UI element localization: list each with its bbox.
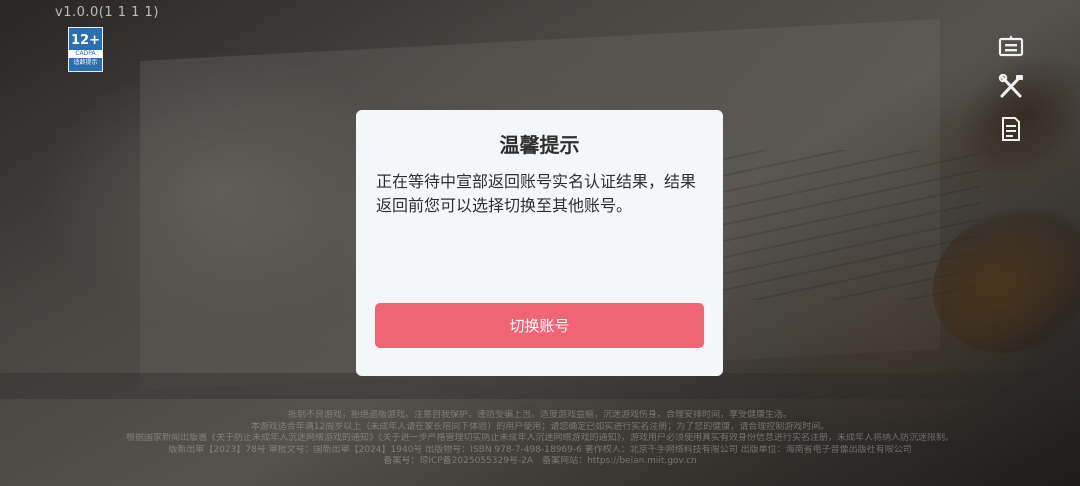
legal-line: 根据国家新闻出版署《关于防止未成年人沉迷网络游戏的通知》《关于进一步严格管理切实… [125,433,954,443]
dialog-title: 温馨提示 [499,133,580,157]
version-label: v1.0.0(1 1 1 1) [55,5,159,20]
legal-line: 版新出审【2023】78号 审批文号：国新出审【2024】1940号 出版物号：… [168,444,912,455]
legal-line: 抵制不良游戏，拒绝盗版游戏。注意自我保护，谨防受骗上当。适度游戏益脑，沉迷游戏伤… [287,410,792,420]
age-rating-badge[interactable]: 12+ CADPA 适龄提示 [68,27,103,72]
notice-dialog: 温馨提示 正在等待中宣部返回账号实名认证结果，结果返回前您可以选择切换至其他账号… [356,110,723,376]
dialog-message: 正在等待中宣部返回账号实名认证结果，结果返回前您可以选择切换至其他账号。 [376,172,697,215]
tools-icon[interactable] [997,74,1025,100]
bottom-hint-bar [0,373,1080,399]
announcement-icon[interactable] [997,33,1025,59]
legal-notice: 抵制不良游戏，拒绝盗版游戏。注意自我保护，谨防受骗上当。适度游戏益脑，沉迷游戏伤… [0,410,1080,468]
legal-line: 本游戏适合年满12周岁以上（未成年人请在家长陪同下体验）的用户使用；请您确定已如… [250,421,830,432]
age-rating-tip: 适龄提示 [73,59,98,66]
notes-icon[interactable] [997,116,1025,142]
switch-account-button[interactable]: 切换账号 [375,303,704,348]
age-rating-number: 12+ [71,33,100,48]
age-rating-org: CADPA [69,50,102,58]
legal-line: 备案号：琼ICP备2025055329号-2A 备案网站：https://bei… [383,456,697,466]
